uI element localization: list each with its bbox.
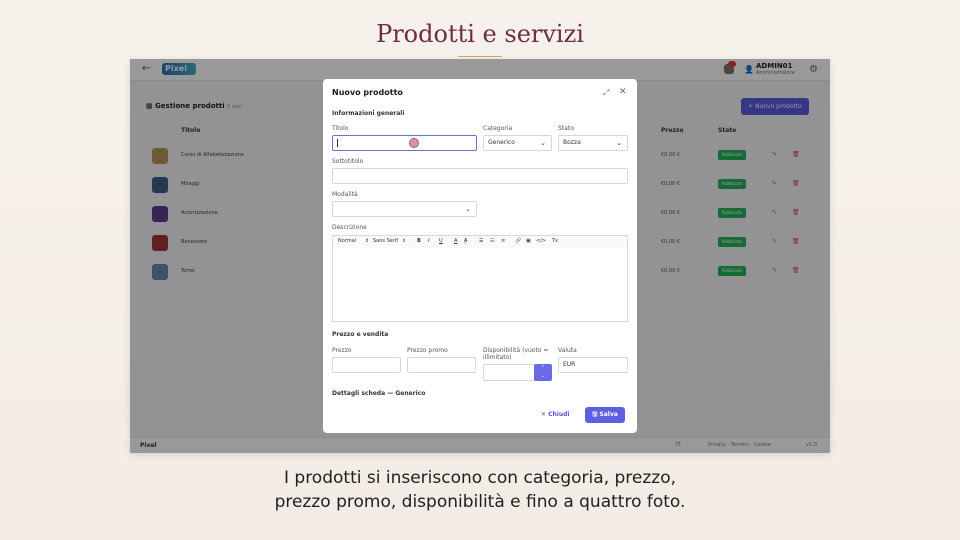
category-label: Categoria — [483, 125, 513, 132]
chevron-down-icon: ⌄ — [540, 139, 546, 147]
save-button-label: Salva — [599, 411, 618, 418]
font-select[interactable]: Sans Serif — [373, 238, 398, 244]
chevron-down-icon[interactable]: ⌄ — [534, 372, 552, 380]
mode-select[interactable]: ⌄ — [332, 201, 477, 217]
caption-line-2: prezzo promo, disponibilità e fino a qua… — [274, 492, 686, 512]
screenshot-frame: ← Pixel 👤 ADMIN01 Amministratore ⚙ ▦ Ges… — [130, 59, 830, 453]
mode-label: Modalità — [332, 191, 358, 198]
text-cursor — [337, 139, 338, 147]
section-details: Dettagli scheda — Generico — [332, 390, 426, 397]
description-editor[interactable] — [332, 248, 628, 322]
price-label: Prezzo — [332, 347, 352, 354]
section-price: Prezzo e vendita — [332, 331, 389, 338]
slide-title: Prodotti e servizi — [376, 20, 584, 48]
modal-title: Nuovo prodotto — [332, 88, 403, 97]
click-indicator — [409, 138, 419, 148]
expand-icon[interactable]: ⤢ — [603, 88, 609, 98]
underline-button[interactable]: U — [439, 238, 443, 244]
image-icon[interactable]: ▣ — [526, 238, 531, 244]
availability-input[interactable] — [483, 364, 535, 381]
highlight-button[interactable]: A — [464, 238, 468, 244]
editor-toolbar: Normal ⇕ Sans Serif ⇕ B I U A A ☰ ☷ ≡ 🔗 … — [332, 235, 628, 249]
title-divider — [458, 56, 502, 57]
clear-format-icon[interactable]: Tx — [552, 238, 558, 244]
save-button[interactable]: 🖫 Salva — [585, 407, 625, 423]
close-icon: ✕ — [541, 411, 547, 418]
paragraph-style-select[interactable]: Normal — [338, 238, 356, 244]
title-input[interactable] — [332, 135, 477, 151]
close-button-label: Chiudi — [548, 411, 570, 418]
bullet-list-icon[interactable]: ☰ — [479, 238, 483, 244]
subtitle-input[interactable] — [332, 168, 628, 184]
chevron-down-icon: ⌄ — [465, 205, 471, 213]
status-label: Stato — [558, 125, 574, 132]
chevron-up-icon[interactable]: ⌃ — [534, 364, 552, 372]
subtitle-label: Sottotitolo — [332, 158, 364, 165]
save-icon: 🖫 — [592, 411, 598, 418]
chevron-updown-icon: ⇕ — [402, 238, 407, 244]
promo-price-input[interactable] — [407, 357, 476, 373]
close-icon[interactable]: ✕ — [619, 87, 627, 97]
price-input[interactable] — [332, 357, 401, 373]
chevron-updown-icon: ⇕ — [365, 238, 370, 244]
category-value: Generico — [488, 139, 515, 146]
currency-value: EUR — [563, 361, 576, 368]
close-button[interactable]: ✕ Chiudi — [541, 411, 569, 418]
status-value: Bozza — [563, 139, 581, 146]
status-select[interactable]: Bozza ⌄ — [558, 135, 628, 151]
link-icon[interactable]: 🔗 — [515, 238, 521, 244]
align-icon[interactable]: ≡ — [501, 238, 505, 244]
availability-label: Disponibilità (vuoto = illimitato) — [483, 347, 549, 361]
numbered-list-icon[interactable]: ☷ — [490, 238, 494, 244]
quantity-stepper[interactable]: ⌃ ⌄ — [534, 364, 552, 381]
section-general: Informazioni generali — [332, 110, 405, 117]
title-label: Titolo — [332, 125, 349, 132]
description-label: Descrizione — [332, 224, 367, 231]
caption-line-1: I prodotti si inseriscono con categoria,… — [283, 468, 677, 488]
promo-price-label: Prezzo promo — [407, 347, 448, 354]
italic-button[interactable]: I — [428, 238, 429, 244]
new-product-modal: Nuovo prodotto ⤢ ✕ Informazioni generali… — [323, 79, 637, 433]
category-select[interactable]: Generico ⌄ — [483, 135, 552, 151]
currency-label: Valuta — [558, 347, 577, 354]
currency-input[interactable]: EUR — [558, 357, 628, 373]
slide-caption: I prodotti si inseriscono con categoria,… — [0, 466, 960, 514]
code-icon[interactable]: </> — [536, 238, 546, 244]
chevron-down-icon: ⌄ — [616, 139, 622, 147]
bold-button[interactable]: B — [417, 238, 421, 244]
text-color-button[interactable]: A — [454, 238, 457, 244]
